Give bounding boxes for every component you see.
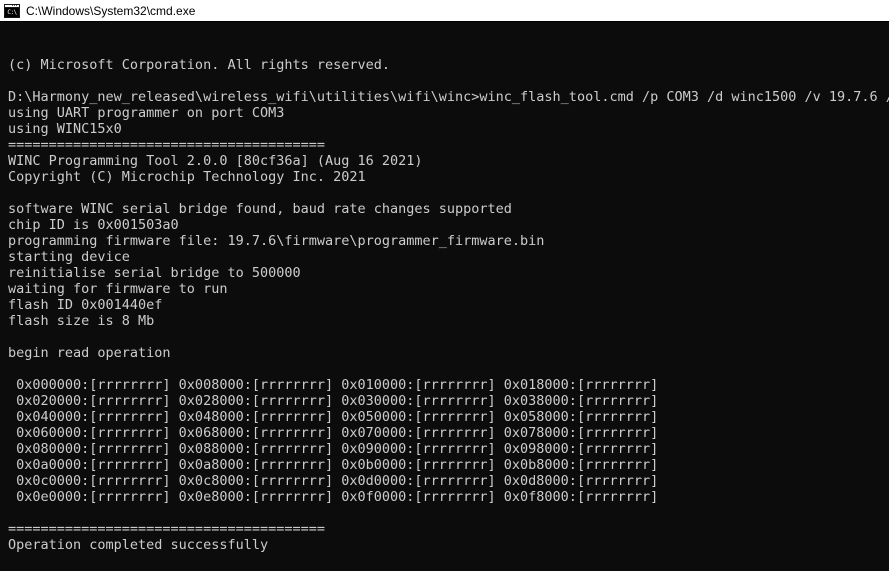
terminal-line: D:\Harmony_new_released\wireless_wifi\ut…	[8, 89, 889, 105]
terminal-line: Operation completed successfully	[8, 537, 269, 553]
terminal-line: using UART programmer on port COM3	[8, 105, 285, 121]
terminal-line: begin read operation	[8, 345, 171, 361]
terminal-line: software WINC serial bridge found, baud …	[8, 201, 512, 217]
cmd-icon-glyph: C:\	[5, 7, 19, 17]
terminal-line: 0x080000:[rrrrrrrr] 0x088000:[rrrrrrrr] …	[8, 441, 659, 457]
terminal-line: (c) Microsoft Corporation. All rights re…	[8, 57, 391, 73]
terminal-line: 0x0c0000:[rrrrrrrr] 0x0c8000:[rrrrrrrr] …	[8, 473, 659, 489]
terminal-line-list: (c) Microsoft Corporation. All rights re…	[8, 57, 889, 570]
terminal-line: 0x000000:[rrrrrrrr] 0x008000:[rrrrrrrr] …	[8, 377, 659, 393]
terminal-line: Copyright (C) Microchip Technology Inc. …	[8, 169, 366, 185]
cmd-console-icon: C:\	[4, 3, 20, 18]
terminal-line: starting device	[8, 249, 130, 265]
terminal-line: 0x060000:[rrrrrrrr] 0x068000:[rrrrrrrr] …	[8, 425, 659, 441]
terminal-line: 0x040000:[rrrrrrrr] 0x048000:[rrrrrrrr] …	[8, 409, 659, 425]
terminal-line: =======================================	[8, 521, 325, 537]
terminal-line: reinitialise serial bridge to 500000	[8, 265, 301, 281]
terminal-line: 0x0a0000:[rrrrrrrr] 0x0a8000:[rrrrrrrr] …	[8, 457, 659, 473]
terminal-line: programming firmware file: 19.7.6\firmwa…	[8, 233, 545, 249]
window-title: C:\Windows\System32\cmd.exe	[26, 3, 196, 18]
terminal-output-area[interactable]: (c) Microsoft Corporation. All rights re…	[0, 22, 889, 570]
terminal-line: 0x0e0000:[rrrrrrrr] 0x0e8000:[rrrrrrrr] …	[8, 489, 659, 505]
terminal-line: WINC Programming Tool 2.0.0 [80cf36a] (A…	[8, 153, 423, 169]
window-title-bar[interactable]: C:\ C:\Windows\System32\cmd.exe	[0, 0, 889, 22]
terminal-line: flash size is 8 Mb	[8, 313, 155, 329]
terminal-line: flash ID 0x001440ef	[8, 297, 163, 313]
terminal-line: chip ID is 0x001503a0	[8, 217, 179, 233]
terminal-line: waiting for firmware to run	[8, 281, 228, 297]
terminal-line: =======================================	[8, 137, 325, 153]
terminal-line: 0x020000:[rrrrrrrr] 0x028000:[rrrrrrrr] …	[8, 393, 659, 409]
terminal-line: using WINC15x0	[8, 121, 122, 137]
